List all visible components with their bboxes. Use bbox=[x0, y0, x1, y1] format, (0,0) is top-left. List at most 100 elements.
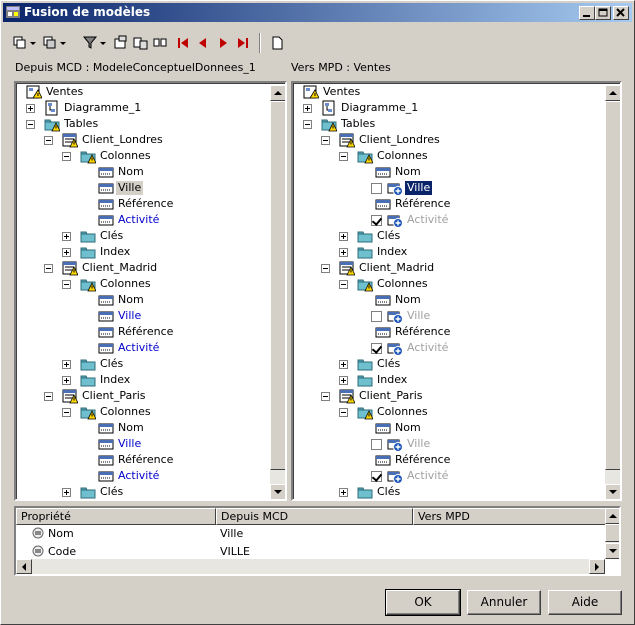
collapse-icon[interactable] bbox=[26, 120, 35, 129]
collapse-icon[interactable] bbox=[321, 264, 330, 273]
tree-column[interactable]: Activité bbox=[293, 468, 603, 484]
tree-keys-folder[interactable]: Clés bbox=[16, 356, 266, 372]
close-button[interactable] bbox=[613, 6, 629, 20]
scroll-thumb[interactable] bbox=[605, 101, 620, 470]
tree-columns-folder[interactable]: Colonnes bbox=[293, 148, 603, 164]
merge-checkbox[interactable] bbox=[371, 183, 382, 194]
tree-root[interactable]: Ventes bbox=[16, 84, 266, 100]
scroll-up-button[interactable] bbox=[605, 85, 620, 101]
tree-root[interactable]: Ventes bbox=[293, 84, 603, 100]
tree-indexes-folder[interactable]: Index bbox=[16, 244, 266, 260]
merge-checkbox[interactable] bbox=[371, 215, 382, 226]
tree-table[interactable]: Client_Londres bbox=[293, 132, 603, 148]
cancel-button[interactable]: Annuler bbox=[467, 590, 541, 615]
expand-icon[interactable] bbox=[303, 104, 312, 113]
collapse-icon[interactable] bbox=[321, 136, 330, 145]
scroll-thumb[interactable] bbox=[605, 524, 619, 542]
collapse-icon[interactable] bbox=[339, 408, 348, 417]
minimize-button[interactable] bbox=[579, 6, 595, 20]
compare-button[interactable] bbox=[131, 33, 151, 53]
tree-table[interactable]: Client_Madrid bbox=[16, 260, 266, 276]
tree-column[interactable]: Nom bbox=[16, 420, 266, 436]
collapse-icon[interactable] bbox=[339, 280, 348, 289]
expand-icon[interactable] bbox=[26, 104, 35, 113]
collapse-icon[interactable] bbox=[303, 120, 312, 129]
scroll-left-button[interactable] bbox=[16, 559, 32, 574]
collapse-icon[interactable] bbox=[62, 408, 71, 417]
tree-column[interactable]: Activité bbox=[16, 340, 266, 356]
expand-icon[interactable] bbox=[62, 488, 71, 497]
col-header-property[interactable]: Propriété bbox=[16, 508, 216, 525]
split-view-button[interactable] bbox=[151, 33, 171, 53]
merge-checkbox[interactable] bbox=[371, 439, 382, 450]
tree-column[interactable]: Ville bbox=[293, 180, 603, 196]
tree-columns-folder[interactable]: Colonnes bbox=[293, 276, 603, 292]
select-all-dropdown-button[interactable] bbox=[11, 33, 36, 53]
tree-column[interactable]: Activité bbox=[293, 340, 603, 356]
tree-column[interactable]: Nom bbox=[16, 164, 266, 180]
tree-table[interactable]: Client_Paris bbox=[293, 388, 603, 404]
tree-columns-folder[interactable]: Colonnes bbox=[293, 404, 603, 420]
collapse-icon[interactable] bbox=[339, 152, 348, 161]
property-row[interactable]: Nom Ville bbox=[16, 525, 605, 543]
collapse-icon[interactable] bbox=[44, 136, 53, 145]
tree-keys-folder[interactable]: Clés bbox=[293, 228, 603, 244]
tree-table[interactable]: Client_Paris bbox=[16, 388, 266, 404]
col-header-from[interactable]: Depuis MCD bbox=[216, 508, 413, 525]
next-button[interactable] bbox=[213, 33, 233, 53]
tree-column[interactable]: Ville bbox=[293, 308, 603, 324]
expand-icon[interactable] bbox=[62, 360, 71, 369]
maximize-button[interactable] bbox=[595, 6, 611, 20]
tree-column[interactable]: Activité bbox=[16, 468, 266, 484]
tree-column[interactable]: Référence bbox=[16, 324, 266, 340]
target-model-tree[interactable]: Ventes Diagramme_1 Tables Client_Londres Col… bbox=[291, 81, 622, 501]
scroll-down-button[interactable] bbox=[605, 543, 619, 559]
expand-icon[interactable] bbox=[339, 360, 348, 369]
tree-column[interactable]: Ville bbox=[16, 436, 266, 452]
collapse-icon[interactable] bbox=[44, 264, 53, 273]
tree-columns-folder[interactable]: Colonnes bbox=[16, 276, 266, 292]
property-row[interactable]: Code VILLE bbox=[16, 543, 605, 561]
tree-column[interactable]: Référence bbox=[293, 452, 603, 468]
scroll-down-button[interactable] bbox=[270, 484, 285, 499]
collapse-icon[interactable] bbox=[44, 392, 53, 401]
tree-column[interactable]: Référence bbox=[16, 452, 266, 468]
merge-checkbox[interactable] bbox=[371, 311, 382, 322]
props-hscroll[interactable] bbox=[16, 559, 605, 574]
tree-tables[interactable]: Tables bbox=[16, 116, 266, 132]
merge-checkbox[interactable] bbox=[371, 343, 382, 354]
tree-columns-folder[interactable]: Colonnes bbox=[16, 148, 266, 164]
scroll-up-button[interactable] bbox=[605, 508, 619, 524]
tree-column[interactable]: Ville bbox=[293, 436, 603, 452]
expand-icon[interactable] bbox=[339, 248, 348, 257]
new-page-button[interactable] bbox=[267, 33, 287, 53]
expand-icon[interactable] bbox=[339, 232, 348, 241]
tree-table[interactable]: Client_Londres bbox=[16, 132, 266, 148]
tree-keys-folder[interactable]: Clés bbox=[16, 484, 266, 499]
scroll-down-button[interactable] bbox=[605, 484, 620, 499]
tree-keys-folder[interactable]: Clés bbox=[16, 228, 266, 244]
expand-icon[interactable] bbox=[62, 232, 71, 241]
scroll-thumb[interactable] bbox=[270, 101, 285, 470]
left-tree-scrollbar[interactable] bbox=[270, 85, 285, 499]
tree-column[interactable]: Activité bbox=[293, 212, 603, 228]
tree-table[interactable]: Client_Madrid bbox=[293, 260, 603, 276]
ok-button[interactable]: OK bbox=[385, 589, 461, 616]
tree-column[interactable]: Ville bbox=[16, 308, 266, 324]
filter-dropdown-button[interactable] bbox=[81, 33, 106, 53]
expand-icon[interactable] bbox=[62, 376, 71, 385]
properties-button[interactable] bbox=[111, 33, 131, 53]
expand-icon[interactable] bbox=[62, 248, 71, 257]
tree-keys-folder[interactable]: Clés bbox=[293, 484, 603, 499]
collapse-icon[interactable] bbox=[321, 392, 330, 401]
collapse-icon[interactable] bbox=[62, 152, 71, 161]
props-vscroll[interactable] bbox=[605, 508, 619, 559]
help-button[interactable]: Aide bbox=[548, 590, 622, 615]
tree-column[interactable]: Nom bbox=[293, 164, 603, 180]
tree-column[interactable]: Activité bbox=[16, 212, 266, 228]
collapse-icon[interactable] bbox=[62, 280, 71, 289]
tree-keys-folder[interactable]: Clés bbox=[293, 356, 603, 372]
col-header-to[interactable]: Vers MPD bbox=[413, 508, 606, 525]
tree-column[interactable]: Nom bbox=[16, 292, 266, 308]
tree-tables[interactable]: Tables bbox=[293, 116, 603, 132]
